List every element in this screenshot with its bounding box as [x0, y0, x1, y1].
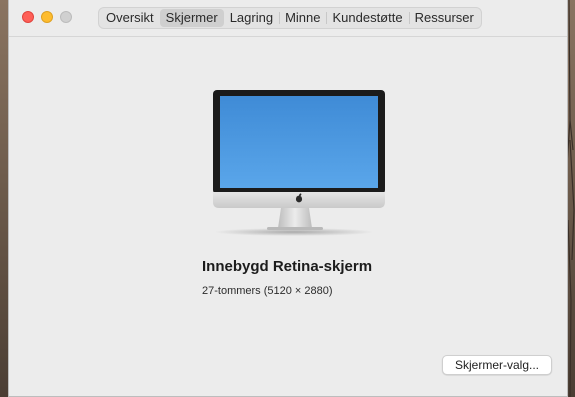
minimize-window-button[interactable] [41, 11, 53, 23]
display-preferences-button[interactable]: Skjermer-valg... [442, 355, 552, 375]
tab-displays[interactable]: Skjermer [159, 9, 224, 27]
tab-bar: Oversikt Skjermer Lagring Minne Kundestø… [98, 7, 482, 29]
title-bar: Oversikt Skjermer Lagring Minne Kundestø… [9, 0, 567, 37]
close-window-button[interactable] [22, 11, 34, 23]
system-information-window: Oversikt Skjermer Lagring Minne Kundestø… [8, 0, 568, 397]
tab-storage[interactable]: Lagring [224, 9, 279, 27]
tab-overview[interactable]: Oversikt [100, 9, 160, 27]
zoom-window-button[interactable] [60, 11, 72, 23]
imac-icon [197, 88, 391, 238]
tab-memory[interactable]: Minne [279, 9, 326, 27]
display-resolution: 27-tommers (5120 × 2880) [202, 285, 333, 297]
tab-resources[interactable]: Ressurser [408, 9, 480, 27]
tab-support[interactable]: Kundestøtte [326, 9, 408, 27]
display-name: Innebygd Retina-skjerm [202, 258, 373, 275]
